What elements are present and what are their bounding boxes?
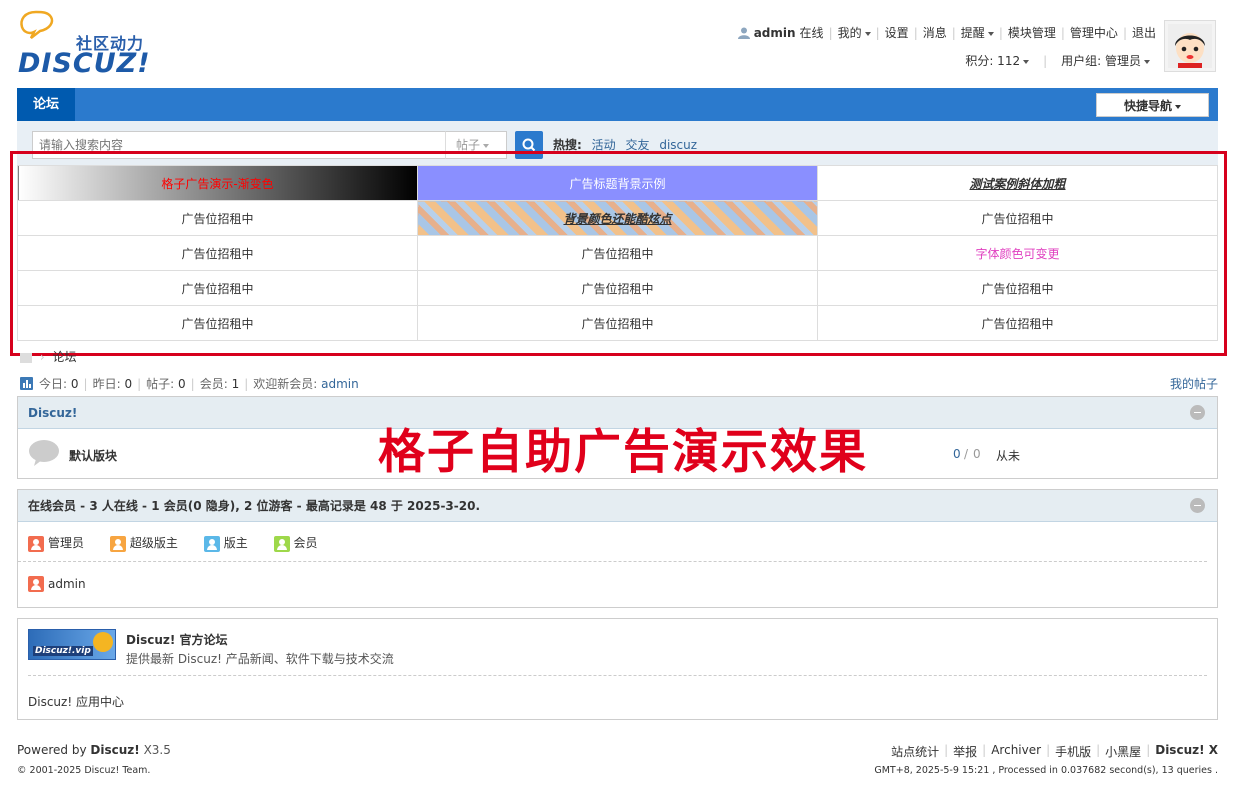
powered-brand-link[interactable]: Discuz! [90,743,139,757]
link-logo-text: Discuz!.vip [33,646,93,656]
module-admin-link[interactable]: 模块管理 [1008,24,1056,41]
thread-count: 0 [953,447,961,461]
site-logo[interactable]: 社区动力 DISCUZ! [18,10,158,79]
messages-link[interactable]: 消息 [923,24,947,41]
members-label: 会员: [199,377,228,391]
copyright-brand-link[interactable]: Discuz! [84,765,119,776]
hot-keyword[interactable]: 活动 [592,138,616,152]
moderator-icon [203,535,220,552]
settings-link[interactable]: 设置 [885,24,909,41]
category-title[interactable]: Discuz! [28,406,77,420]
forum-stats: 今日: 0 | 昨日: 0 | 帖子: 0 | 会员: 1 | 欢迎新会员: a… [20,375,359,392]
yesterday-count: 0 [124,376,133,391]
chevron-down-icon [1175,104,1181,109]
collapse-icon[interactable] [1190,405,1205,420]
posts-label: 帖子: [146,377,175,391]
powered-prefix: Powered by [17,743,87,757]
breadcrumb: › 论坛 [20,348,76,365]
copyright: © 2001-2025 Discuz! Team. [17,765,150,776]
link-name[interactable]: Discuz! 官方论坛 [126,631,228,648]
footer-link-mobile[interactable]: 手机版 [1055,743,1091,760]
friend-links: Discuz!.vip Discuz! 官方论坛 提供最新 Discuz! 产品… [17,618,1218,720]
link-description: 提供最新 Discuz! 产品新闻、软件下载与技术交流 [126,652,394,666]
avatar-image [1168,24,1212,68]
breadcrumb-forum[interactable]: 论坛 [52,350,76,364]
hot-keyword[interactable]: 交友 [625,138,649,152]
legend-member: 会员 [273,535,318,552]
my-menu[interactable]: 我的 [838,24,871,41]
posts-count: 0 [178,376,186,391]
admin-icon [28,576,44,592]
stats-chart-icon [20,377,33,390]
forum-bubble-icon [29,440,59,466]
reply-count: 0 [973,447,981,461]
footer-link-report[interactable]: 举报 [953,743,977,760]
online-members: 在线会员 - 3 人在线 - 1 会员(0 隐身), 2 位游客 - 最高记录是… [17,489,1218,608]
copyright-suffix: Team. [122,765,151,776]
admin-center-link[interactable]: 管理中心 [1070,24,1118,41]
admin-icon [28,535,44,552]
members-count: 1 [231,376,240,391]
footer-link-archiver[interactable]: Archiver [991,743,1041,760]
highlight-frame [10,151,1227,356]
online-status: 在线 [799,26,824,40]
powered-by: Powered by Discuz! X3.5 [17,743,171,757]
hot-search-label: 热搜: [553,138,582,152]
today-label: 今日: [39,377,68,391]
hot-keyword[interactable]: discuz [659,138,697,152]
app-center-link[interactable]: Discuz! 应用中心 [18,676,1217,727]
quick-nav-button[interactable]: 快捷导航 [1096,93,1209,117]
today-count: 0 [70,376,79,391]
count-separator: / [964,447,969,461]
online-title[interactable]: 在线会员 - 3 人在线 - 1 会员(0 隐身), 2 位游客 - 最高记录是… [28,499,480,513]
chevron-down-icon [1144,59,1150,64]
legend-admin: 管理员 [28,535,84,552]
footer-info: GMT+8, 2025-5-9 15:21 , Processed in 0.0… [874,765,1218,776]
overlay-title: 格子自助广告演示效果 [378,425,868,480]
notifications-menu[interactable]: 提醒 [961,24,994,41]
copyright-year: © 2001-2025 [17,765,82,776]
logo-brand: DISCUZ! [18,48,151,79]
online-header: 在线会员 - 3 人在线 - 1 会员(0 隐身), 2 位游客 - 最高记录是… [18,490,1217,522]
member-icon [273,535,290,552]
user-menu: admin 在线 | 我的 | 设置 | 消息 | 提醒 | 模块管理 | 管理… [737,24,1156,41]
legend-supermod: 超级版主 [109,535,178,552]
chevron-down-icon [987,31,994,36]
forum-name-link[interactable]: 默认版块 [69,447,117,464]
welcome-label: 欢迎新会员: [253,377,318,391]
avatar[interactable] [1164,20,1216,72]
usergroup-menu[interactable]: 用户组: 管理员 [1061,52,1150,69]
collapse-icon[interactable] [1190,498,1205,513]
online-user[interactable]: admin [28,576,86,592]
supermod-icon [109,535,126,552]
my-posts-link[interactable]: 我的帖子 [1170,375,1218,392]
chevron-down-icon [483,143,490,148]
newest-member-link[interactable]: admin [321,377,359,391]
legend-mod: 版主 [203,535,248,552]
points-menu[interactable]: 积分: 112 [965,52,1030,69]
user-credits-bar: 积分: 112 | 用户组: 管理员 [965,52,1150,69]
footer-link-stats[interactable]: 站点统计 [891,743,939,760]
chevron-down-icon [1023,59,1030,64]
home-icon[interactable] [20,352,32,363]
chevron-down-icon [864,31,871,36]
logout-link[interactable]: 退出 [1132,24,1156,41]
user-icon [737,27,750,39]
yesterday-label: 昨日: [92,377,121,391]
main-nav [17,88,1218,121]
footer-brand[interactable]: Discuz! X [1155,743,1218,760]
footer-link-blacklist[interactable]: 小黑屋 [1105,743,1141,760]
online-user-list: admin [18,562,1217,606]
footer-links: 站点统计 | 举报 | Archiver | 手机版 | 小黑屋 | Discuz! X [891,743,1218,760]
last-post: 从未 [996,449,1021,463]
nav-item-forum[interactable]: 论坛 [17,88,75,121]
online-legend: 管理员 超级版主 版主 会员 [18,522,1207,562]
username-link[interactable]: admin [754,26,796,40]
link-logo[interactable]: Discuz!.vip [28,629,116,660]
version: X3.5 [143,743,171,757]
link-entry: Discuz!.vip Discuz! 官方论坛 提供最新 Discuz! 产品… [28,619,1207,676]
